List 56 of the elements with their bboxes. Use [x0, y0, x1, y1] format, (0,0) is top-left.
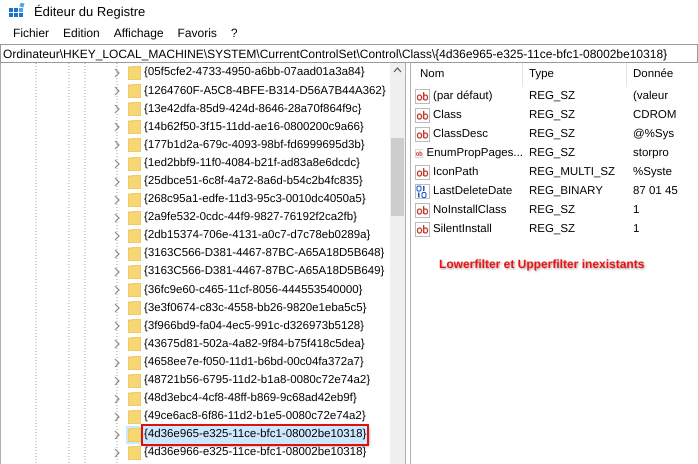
- value-name[interactable]: ClassDesc: [433, 126, 488, 144]
- tree-item[interactable]: {4658ee7e-f050-11d1-b6bd-00c04fa372a7}: [143, 354, 365, 372]
- column-header[interactable]: Nom: [411, 63, 523, 87]
- tree-item[interactable]: {4d36e966-e325-11ce-bfc1-08002be10318}: [143, 444, 368, 462]
- column-header[interactable]: Donnée: [627, 63, 674, 87]
- value-data: 1: [632, 222, 640, 237]
- value-type: REG_SZ: [528, 202, 576, 218]
- value-name[interactable]: IconPath: [433, 164, 478, 182]
- value-data: storpro: [632, 146, 669, 161]
- tree-item[interactable]: {3f966bd9-fa04-4ec5-991c-d326973b5128}: [143, 318, 365, 335]
- value-data: (valeur: [632, 88, 668, 104]
- tree-item[interactable]: {14b62f50-3f15-11dd-ae16-0800200c9a66}: [143, 118, 365, 136]
- value-name[interactable]: LastDeleteDate: [433, 182, 512, 200]
- value-data: %Syste: [632, 164, 672, 180]
- value-type: REG_SZ: [528, 146, 576, 161]
- menu-item[interactable]: Edition: [63, 24, 100, 42]
- menu-item[interactable]: Affichage: [114, 24, 164, 42]
- tree-item[interactable]: {48721b56-6795-11d2-b1a8-0080c72e74a2}: [143, 372, 372, 390]
- value-name[interactable]: SilentInstall: [433, 220, 492, 238]
- tree-item[interactable]: {49ce6ac8-6f86-11d2-b1e5-0080c72e74a2}: [143, 408, 367, 426]
- value-type: REG_MULTI_SZ: [528, 164, 616, 180]
- column-header[interactable]: Type: [523, 63, 627, 87]
- annotation-text: Lowerfilter et Upperfilter inexistants: [439, 256, 646, 273]
- menu-item[interactable]: Favoris: [178, 24, 217, 42]
- value-name[interactable]: EnumPropPages...: [426, 144, 523, 162]
- value-data: 1: [632, 202, 640, 218]
- window-title: Éditeur du Registre: [34, 3, 146, 22]
- value-name[interactable]: (par défaut): [433, 88, 492, 106]
- tree-item[interactable]: {3163C566-D381-4467-87BC-A65A18D5B649}: [143, 263, 386, 281]
- tree-item[interactable]: {43675d81-502a-4a82-9f84-b75f418c5dea}: [143, 336, 366, 354]
- tree-item[interactable]: {268c95a1-edfe-11d3-95c3-0010dc4050a5}: [143, 191, 367, 208]
- tree-item[interactable]: {36fc9e60-c465-11cf-8056-444553540000}: [143, 282, 364, 299]
- address-bar[interactable]: Ordinateur\HKEY_LOCAL_MACHINE\SYSTEM\CurrentControlSet\Control\Class\{4d36e965-e325-11ce-bfc1-08002be10318}: [0, 44, 698, 63]
- tree-item[interactable]: {1264760F-A5C8-4BFE-B314-D56A7B44A362}: [143, 82, 387, 100]
- value-data: CDROM: [632, 108, 676, 123]
- value-type: REG_SZ: [528, 108, 576, 123]
- tree-item[interactable]: {2a9fe532-0cdc-44f9-9827-76192f2ca2fb}: [143, 209, 358, 226]
- tree-item[interactable]: {05f5cfe2-4733-4950-a6bb-07aad01a3a84}: [143, 64, 366, 82]
- value-data: 87 01 45: [632, 184, 678, 199]
- tree-item[interactable]: {177b1d2a-679c-4093-98bf-fd6999695d3b}: [143, 136, 366, 154]
- value-type: REG_SZ: [528, 88, 576, 104]
- value-name[interactable]: Class: [433, 106, 462, 124]
- value-type: REG_SZ: [528, 222, 576, 237]
- value-data: @%Sys: [632, 126, 674, 142]
- tree-item[interactable]: {48d3ebc4-4cf8-48ff-b869-9c68ad42eb9f}: [143, 390, 358, 408]
- tree-item[interactable]: {13e42dfa-85d9-424d-8646-28a70f864f9c}: [143, 100, 362, 118]
- tree-item[interactable]: {3163C566-D381-4467-87BC-A65A18D5B648}: [143, 245, 386, 263]
- tree-item[interactable]: {3e3f0674-c83c-4558-bb26-9820e1eba5c5}: [143, 300, 368, 317]
- tree-item[interactable]: {2db15374-706e-4131-a0c7-d7c78eb0289a}: [143, 227, 372, 245]
- menu-item[interactable]: ?: [230, 24, 238, 42]
- value-type: REG_BINARY: [528, 184, 604, 199]
- tree-item[interactable]: {25dbce51-6c8f-4a72-8a6d-b54c2b4fc835}: [143, 172, 364, 190]
- menu-item[interactable]: Fichier: [13, 24, 50, 42]
- value-type: REG_SZ: [528, 126, 576, 142]
- tree-item[interactable]: {1ed2bbf9-11f0-4084-b21f-ad83a8e6dcdc}: [143, 154, 361, 172]
- value-name[interactable]: NoInstallClass: [433, 202, 506, 220]
